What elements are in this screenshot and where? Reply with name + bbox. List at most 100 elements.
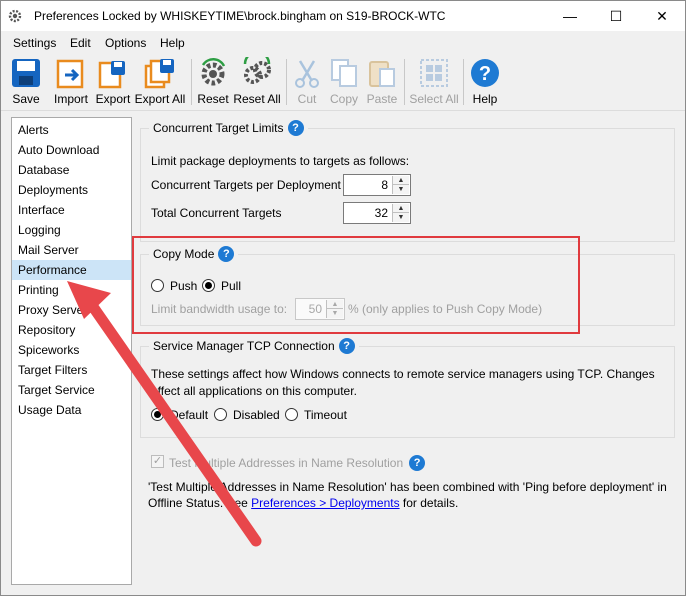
paste-icon [369,61,395,87]
sidebar-item-logging[interactable]: Logging [12,220,131,240]
menu-options[interactable]: Options [105,36,146,50]
preferences-deployments-link[interactable]: Preferences > Deployments [251,496,399,510]
preferences-category-list: Alerts Auto Download Database Deployment… [11,117,132,585]
total-stepper[interactable]: 32 ▲ ▼ [343,202,411,224]
group-title: Concurrent Target Limits ? [149,120,308,136]
toolbar-separator [404,59,405,105]
import-button[interactable]: Import [52,57,90,109]
sidebar-item-target-service[interactable]: Target Service [12,380,131,400]
sidebar-item-alerts[interactable]: Alerts [12,120,131,140]
note-prefix: Offline Status. See [148,496,252,510]
help-icon[interactable]: ? [287,120,304,136]
stepper-arrows[interactable]: ▲ ▼ [392,204,409,222]
reset-all-gear-icon [243,57,271,84]
reset-label: Reset [197,92,229,106]
select-all-label: Select All [409,92,459,106]
tcp-connection-group: Service Manager TCP Connection ? These s… [140,338,675,438]
total-label: Total Concurrent Targets [151,206,282,220]
tcp-description-line1: These settings affect how Windows connec… [151,367,655,381]
help-icon[interactable]: ? [338,338,355,354]
menu-edit[interactable]: Edit [70,36,91,50]
save-icon [12,59,40,87]
concurrent-title: Concurrent Target Limits [153,121,284,135]
export-all-button[interactable]: Export All [134,57,186,109]
sidebar-item-spiceworks[interactable]: Spiceworks [12,340,131,360]
chevron-down-icon[interactable]: ▼ [393,185,409,194]
per-deployment-label: Concurrent Targets per Deployment [151,178,341,192]
preferences-window: Preferences Locked by WHISKEYTIME\brock.… [0,0,686,596]
test-multiple-label: Test Multiple Addresses in Name Resoluti… [169,456,404,470]
copy-mode-highlight-box [132,236,580,334]
tcp-title: Service Manager TCP Connection [153,339,335,353]
stepper-arrows[interactable]: ▲ ▼ [392,176,409,194]
reset-gear-icon [201,58,226,86]
sidebar-item-performance[interactable]: Performance [12,260,131,280]
export-button[interactable]: Export [94,57,132,109]
concurrent-description: Limit package deployments to targets as … [151,154,410,168]
chevron-up-icon[interactable]: ▲ [393,176,409,185]
sidebar-item-deployments[interactable]: Deployments [12,180,131,200]
menu-settings[interactable]: Settings [13,36,56,50]
sidebar-item-database[interactable]: Database [12,160,131,180]
disabled-label: Disabled [233,408,280,422]
sidebar-item-target-filters[interactable]: Target Filters [12,360,131,380]
import-icon [56,59,84,89]
select-all-icon [420,59,448,87]
timeout-radio[interactable] [285,408,298,421]
menu-help[interactable]: Help [160,36,185,50]
toolbar-separator [191,59,192,105]
gear-icon [8,9,22,23]
sidebar-item-auto-download[interactable]: Auto Download [12,140,131,160]
note-suffix: for details. [399,496,459,510]
reset-all-label: Reset All [233,92,281,106]
export-label: Export [95,92,131,106]
per-deployment-value: 8 [381,178,388,192]
group-title: Service Manager TCP Connection ? [149,338,359,354]
sidebar-item-mail-server[interactable]: Mail Server [12,240,131,260]
sidebar-item-usage-data[interactable]: Usage Data [12,400,131,420]
copy-label: Copy [329,92,358,106]
import-label: Import [53,92,88,106]
cut-button[interactable]: Cut [292,57,322,109]
test-multiple-note-line2: Offline Status. See Preferences > Deploy… [148,496,458,510]
close-button[interactable]: ✕ [639,1,685,31]
menu-bar: Settings Edit Options Help [1,33,685,53]
reset-all-button[interactable]: Reset All [233,57,281,109]
default-radio[interactable] [151,408,164,421]
test-multiple-note-line1: 'Test Multiple Addresses in Name Resolut… [148,480,667,494]
toolbar-separator [286,59,287,105]
chevron-up-icon[interactable]: ▲ [393,204,409,213]
sidebar-item-printing[interactable]: Printing [12,280,131,300]
reset-button[interactable]: Reset [196,57,230,109]
concurrent-target-limits-group: Concurrent Target Limits ? Limit package… [140,120,675,242]
sidebar-item-repository[interactable]: Repository [12,320,131,340]
timeout-label: Timeout [304,408,347,422]
toolbar-separator [463,59,464,105]
copy-button[interactable]: Copy [327,57,361,109]
per-deployment-stepper[interactable]: 8 ▲ ▼ [343,174,411,196]
paste-label: Paste [366,92,398,106]
total-value: 32 [374,206,388,220]
window-title: Preferences Locked by WHISKEYTIME\brock.… [34,9,446,23]
save-button[interactable]: Save [9,57,43,109]
cut-icon [295,60,319,88]
title-bar: Preferences Locked by WHISKEYTIME\brock.… [1,1,685,31]
help-icon: ? [471,59,499,87]
maximize-button[interactable]: ☐ [593,1,639,31]
minimize-button[interactable]: — [547,1,593,31]
help-button[interactable]: ? Help [469,57,501,109]
help-icon[interactable]: ? [409,455,426,471]
settings-panel: Concurrent Target Limits ? Limit package… [138,117,685,587]
sidebar-item-proxy-server[interactable]: Proxy Server [12,300,131,320]
test-multiple-row: Test Multiple Addresses in Name Resoluti… [169,455,426,471]
sidebar-item-interface[interactable]: Interface [12,200,131,220]
toolbar: Save Import Export Export All Reset Rese… [1,53,685,111]
chevron-down-icon[interactable]: ▼ [393,213,409,222]
disabled-radio[interactable] [214,408,227,421]
select-all-button[interactable]: Select All [409,57,459,109]
svg-text:?: ? [479,63,491,85]
cut-label: Cut [297,92,317,106]
export-icon [98,61,125,89]
paste-button[interactable]: Paste [365,57,399,109]
test-multiple-checkbox[interactable]: ✓ [151,455,164,468]
